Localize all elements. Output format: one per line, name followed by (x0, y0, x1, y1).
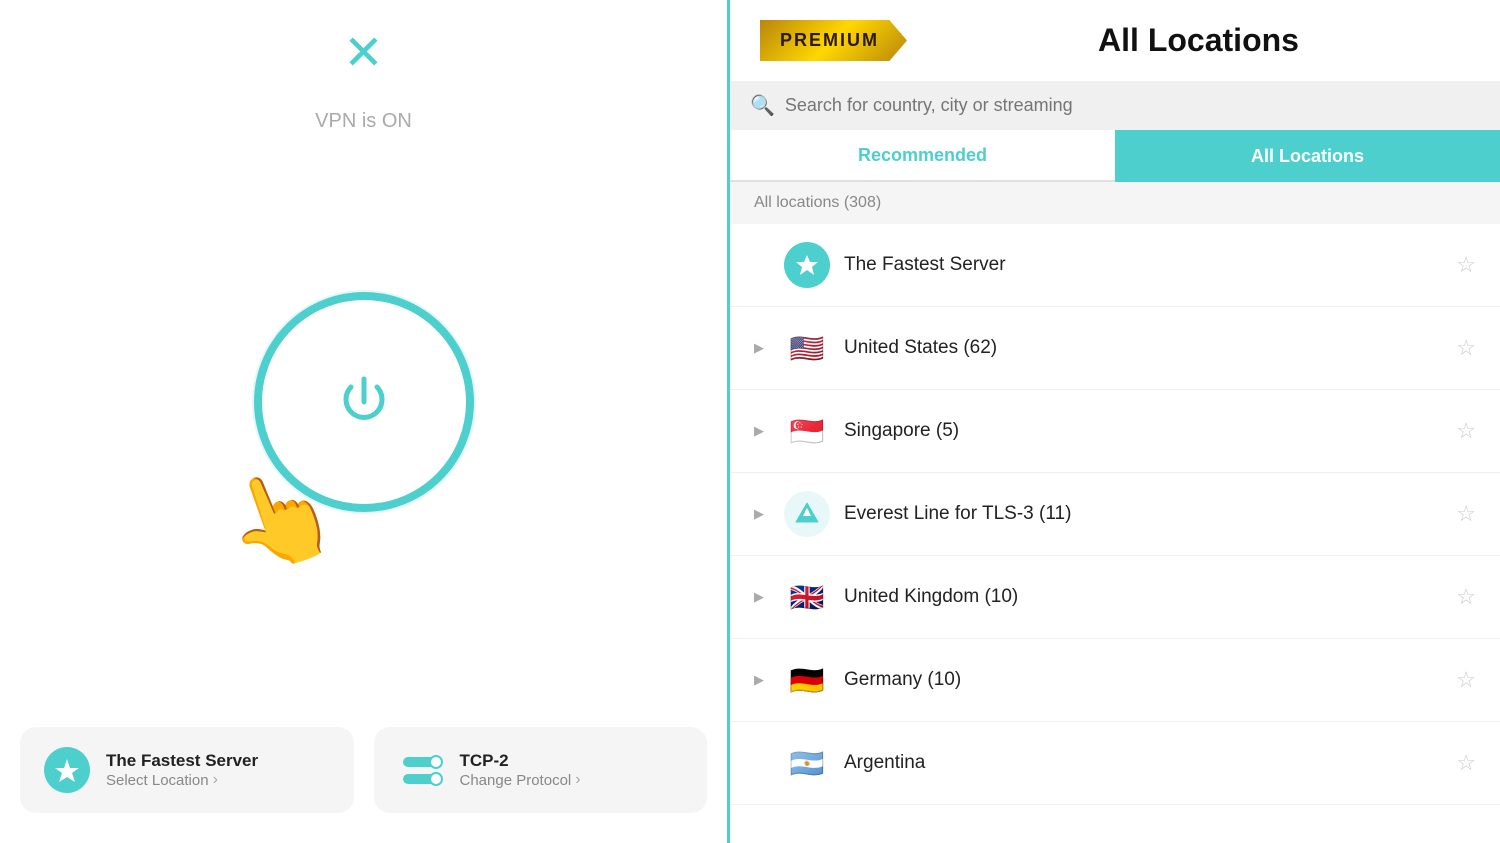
favorite-star-everest[interactable]: ☆ (1456, 501, 1476, 527)
location-item-ar[interactable]: ▶ 🇦🇷 Argentina ☆ (730, 722, 1500, 805)
favorite-star-sg[interactable]: ☆ (1456, 418, 1476, 444)
favorite-star-us[interactable]: ☆ (1456, 335, 1476, 361)
tabs: Recommended All Locations (730, 130, 1500, 182)
all-locations-title: All Locations (927, 22, 1470, 59)
location-name-de: Germany (10) (844, 669, 1442, 691)
close-icon: ✕ (343, 27, 383, 80)
location-item-de[interactable]: ▶ 🇩🇪 Germany (10) ☆ (730, 639, 1500, 722)
location-item-uk[interactable]: ▶ 🇬🇧 United Kingdom (10) ☆ (730, 556, 1500, 639)
flag-de: 🇩🇪 (784, 657, 830, 703)
expand-arrow-uk[interactable]: ▶ (754, 589, 770, 605)
fastest-server-icon (44, 747, 90, 793)
location-name-everest: Everest Line for TLS-3 (11) (844, 503, 1442, 525)
favorite-star-de[interactable]: ☆ (1456, 667, 1476, 693)
favorite-star-uk[interactable]: ☆ (1456, 584, 1476, 610)
location-item-sg[interactable]: ▶ 🇸🇬 Singapore (5) ☆ (730, 390, 1500, 473)
left-panel: ✕ VPN is ON 👆 The Fastest Server Sele (0, 0, 730, 843)
location-list: ▶ The Fastest Server ☆ ▶ 🇺🇸 United State… (730, 224, 1500, 843)
protocol-title: TCP-2 (460, 751, 581, 771)
location-name-uk: United Kingdom (10) (844, 586, 1442, 608)
search-icon: 🔍 (750, 93, 775, 118)
close-button[interactable]: ✕ (343, 30, 383, 78)
fastest-server-text: The Fastest Server Select Location › (106, 751, 258, 789)
search-bar: 🔍 (730, 81, 1500, 130)
location-item-us[interactable]: ▶ 🇺🇸 United States (62) ☆ (730, 307, 1500, 390)
location-name-us: United States (62) (844, 337, 1442, 359)
flag-us: 🇺🇸 (784, 325, 830, 371)
location-name-fastest: The Fastest Server (844, 254, 1442, 276)
location-item-everest[interactable]: ▶ Everest Line for TLS-3 (11) ☆ (730, 473, 1500, 556)
expand-arrow-us[interactable]: ▶ (754, 340, 770, 356)
expand-arrow-everest[interactable]: ▶ (754, 506, 770, 522)
location-name-ar: Argentina (844, 752, 1442, 774)
bottom-cards: The Fastest Server Select Location › TCP… (20, 727, 707, 813)
search-input[interactable] (785, 95, 1480, 116)
flag-sg: 🇸🇬 (784, 408, 830, 454)
flag-ar: 🇦🇷 (784, 740, 830, 786)
protocol-sub: Change Protocol › (460, 771, 581, 789)
favorite-star-ar[interactable]: ☆ (1456, 750, 1476, 776)
fastest-server-list-icon (784, 242, 830, 288)
favorite-star-fastest[interactable]: ☆ (1456, 252, 1476, 278)
location-item-fastest[interactable]: ▶ The Fastest Server ☆ (730, 224, 1500, 307)
fastest-server-card[interactable]: The Fastest Server Select Location › (20, 727, 354, 813)
power-button-area: 👆 (244, 282, 484, 522)
premium-badge[interactable]: PREMIUM (760, 20, 907, 61)
location-name-sg: Singapore (5) (844, 420, 1442, 442)
flag-everest (784, 491, 830, 537)
protocol-card[interactable]: TCP-2 Change Protocol › (374, 727, 708, 813)
right-header: PREMIUM All Locations (730, 0, 1500, 81)
power-icon (329, 367, 399, 437)
expand-arrow-sg[interactable]: ▶ (754, 423, 770, 439)
fastest-server-sub: Select Location › (106, 771, 258, 789)
vpn-status-label: VPN is ON (315, 110, 412, 133)
flag-uk: 🇬🇧 (784, 574, 830, 620)
protocol-text: TCP-2 Change Protocol › (460, 751, 581, 789)
location-count-label: All locations (308) (730, 182, 1500, 224)
expand-arrow-de[interactable]: ▶ (754, 672, 770, 688)
right-panel: PREMIUM All Locations 🔍 Recommended All … (730, 0, 1500, 843)
protocol-icon (398, 747, 444, 793)
tab-recommended[interactable]: Recommended (730, 130, 1115, 182)
fastest-server-title: The Fastest Server (106, 751, 258, 771)
tab-all-locations[interactable]: All Locations (1115, 130, 1500, 182)
